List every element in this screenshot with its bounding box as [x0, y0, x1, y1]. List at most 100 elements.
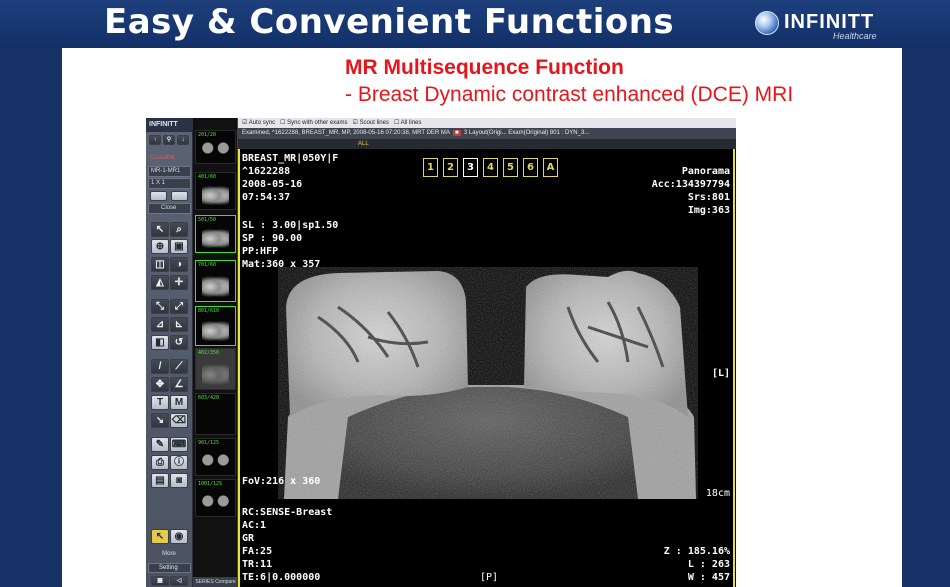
series-thumbnail[interactable]: 501/50 — [195, 215, 236, 253]
more-button[interactable]: More — [149, 551, 189, 557]
acquisition-line: TR:11 — [242, 559, 273, 570]
sync-exams-label: Sync with other exams — [287, 120, 348, 126]
thumbnail-label: 402/350 — [198, 350, 220, 356]
control-bar: ALL — [238, 139, 736, 149]
ruler-icon[interactable]: ⟋ — [170, 359, 188, 374]
crosslink-toggle[interactable]: Crosslink — [148, 154, 191, 165]
patient-line: ^1622288 — [242, 166, 291, 177]
patient-line: 2008-05-16 — [242, 179, 303, 190]
move-icon[interactable]: ⤡ — [151, 299, 169, 314]
slide-title: Easy & Convenient Functions — [104, 2, 675, 42]
speaker-icon[interactable]: ◁ — [170, 576, 188, 586]
page-button-1[interactable]: 1 — [423, 158, 438, 177]
thumbnail-label: 801/610 — [198, 308, 220, 314]
text-annotation-icon[interactable]: T — [151, 395, 169, 410]
series-thumbnail-strip: 201/20 401/60 501/50 701/60 801/610 402/… — [193, 118, 238, 587]
cursor-mode-icon[interactable]: ↖ — [151, 529, 169, 544]
page-button-2[interactable]: 2 — [443, 158, 458, 177]
acquisition-line: GR — [242, 533, 255, 544]
thumbnail-footer-tabs[interactable]: SERIES Compare — [193, 577, 238, 587]
series-thumbnail[interactable]: 201/20 — [195, 130, 236, 164]
page-button-4[interactable]: 4 — [483, 158, 498, 177]
flip-icon[interactable]: ◭ — [151, 275, 169, 290]
rotate-left-icon[interactable]: ⊿ — [151, 317, 169, 332]
keyboard-icon[interactable]: ⌨ — [170, 437, 188, 452]
layout-info-text[interactable]: 3 Layout(Origi... Exam(Original) 801 : D… — [464, 130, 589, 136]
series-thumbnail[interactable]: 901/125 — [195, 438, 236, 476]
close-button[interactable]: Close — [148, 203, 191, 214]
scout-lines-checkbox[interactable]: ☑ — [353, 120, 360, 126]
export-icon[interactable]: ▤ — [151, 473, 169, 488]
patient-info: BREAST_MR|050Y|F ^1622288 2008-05-16 07:… — [242, 152, 338, 204]
series-thumbnail[interactable]: 603/420 — [195, 393, 236, 435]
level-readout: L : 263 — [687, 559, 730, 570]
series-thumbnail[interactable]: 402/350 — [195, 348, 236, 390]
page-button-5[interactable]: 5 — [503, 158, 518, 177]
acquisition-line: TE:6|0.000000 — [242, 572, 321, 583]
angle-icon[interactable]: ∠ — [170, 377, 188, 392]
roi-icon[interactable]: ◫ — [151, 257, 169, 272]
image-capture-icon[interactable]: ◙ — [170, 473, 188, 488]
reset-icon[interactable]: ↺ — [170, 335, 188, 350]
pan-icon[interactable]: ⤢ — [170, 299, 188, 314]
slice-line: PP:HFP — [242, 246, 279, 257]
document-icon[interactable] — [171, 191, 188, 201]
study-line: Panorama — [681, 166, 730, 177]
acquisition-line: RC:SENSE-Breast — [242, 507, 333, 518]
thumbnail-image — [202, 273, 229, 297]
thumbnail-image — [202, 361, 229, 385]
page-button-all[interactable]: A — [543, 158, 558, 177]
window-icon[interactable] — [150, 191, 167, 201]
auto-sync-checkbox[interactable]: ☑ — [242, 120, 249, 126]
breast-mr-image[interactable] — [278, 267, 698, 499]
image-viewport[interactable]: BREAST_MR|050Y|F ^1622288 2008-05-16 07:… — [238, 149, 735, 587]
series-thumbnail[interactable]: 701/60 — [195, 260, 236, 302]
thumbnail-label: 401/60 — [198, 174, 217, 180]
point-icon[interactable]: ✥ — [151, 377, 169, 392]
info-icon[interactable]: ⓘ — [170, 455, 188, 470]
arrow-down-icon[interactable]: ↓ — [177, 135, 189, 145]
marker-icon[interactable]: M — [170, 395, 188, 410]
window-level-icon[interactable]: ◑ — [170, 257, 188, 272]
series-thumbnail[interactable]: 1001/125 — [195, 479, 236, 517]
all-images-label[interactable]: ALL — [358, 141, 369, 147]
page-button-3[interactable]: 3 — [463, 158, 478, 177]
figure-icon[interactable]: ⚲ — [163, 135, 175, 145]
grid-icon[interactable]: ▦ — [151, 576, 169, 586]
thumbnail-label: 603/420 — [198, 395, 220, 401]
options-icon[interactable]: ◉ — [170, 529, 188, 544]
print-icon[interactable]: ⎙ — [151, 455, 169, 470]
setting-button[interactable]: Setting — [148, 563, 191, 573]
sync-options-bar: ☑ Auto sync ☐ Sync with other exams ☑ Sc… — [238, 118, 736, 128]
exam-info-text: Examined, ^1622288, BREAST_MR, MP, 2008-… — [242, 130, 450, 136]
cine-icon[interactable]: ✎ — [151, 437, 169, 452]
thumbnail-image — [202, 318, 229, 341]
series-thumbnail[interactable]: 801/610 — [195, 306, 236, 346]
invert-icon[interactable]: ◧ — [151, 335, 169, 350]
acquisition-info: RC:SENSE-Breast AC:1 GR FA:25 TR:11 TE:6… — [242, 506, 332, 584]
width-readout: W : 457 — [687, 572, 730, 583]
arrow-annotation-icon[interactable]: ↘ — [151, 413, 169, 428]
thumbnail-image — [200, 494, 231, 508]
series-thumbnail[interactable]: 401/60 — [195, 172, 236, 210]
pointer-icon[interactable]: ↖ — [151, 222, 169, 237]
thumbnail-image — [200, 141, 231, 155]
thumbnail-label: 901/125 — [198, 440, 220, 446]
zoom-icon[interactable]: ⌕ — [170, 222, 188, 237]
eraser-icon[interactable]: ⌫ — [170, 413, 188, 428]
study-line: Srs:801 — [687, 192, 730, 203]
series-select[interactable]: MR-1-MR1 — [148, 166, 191, 177]
magnifier-icon[interactable]: ⊕ — [151, 239, 169, 254]
rotate-right-icon[interactable]: ⊾ — [170, 317, 188, 332]
all-lines-checkbox[interactable]: ☐ — [394, 120, 401, 126]
patient-line: 07:54:37 — [242, 192, 291, 203]
fit-screen-icon[interactable]: ▣ — [170, 239, 188, 254]
crosshair-icon[interactable]: ✛ — [170, 275, 188, 290]
page-button-6[interactable]: 6 — [523, 158, 538, 177]
line-measure-icon[interactable]: / — [151, 359, 169, 374]
study-line: Acc:134397794 — [651, 179, 730, 190]
layout-select[interactable]: 1 X 1 — [148, 178, 191, 189]
pacs-viewer-window: INFINITT ↑ ⚲ ↓ Crosslink MR-1-MR1 1 X 1 … — [146, 118, 736, 587]
patient-line: BREAST_MR|050Y|F — [242, 153, 339, 164]
arrow-up-icon[interactable]: ↑ — [149, 135, 161, 145]
